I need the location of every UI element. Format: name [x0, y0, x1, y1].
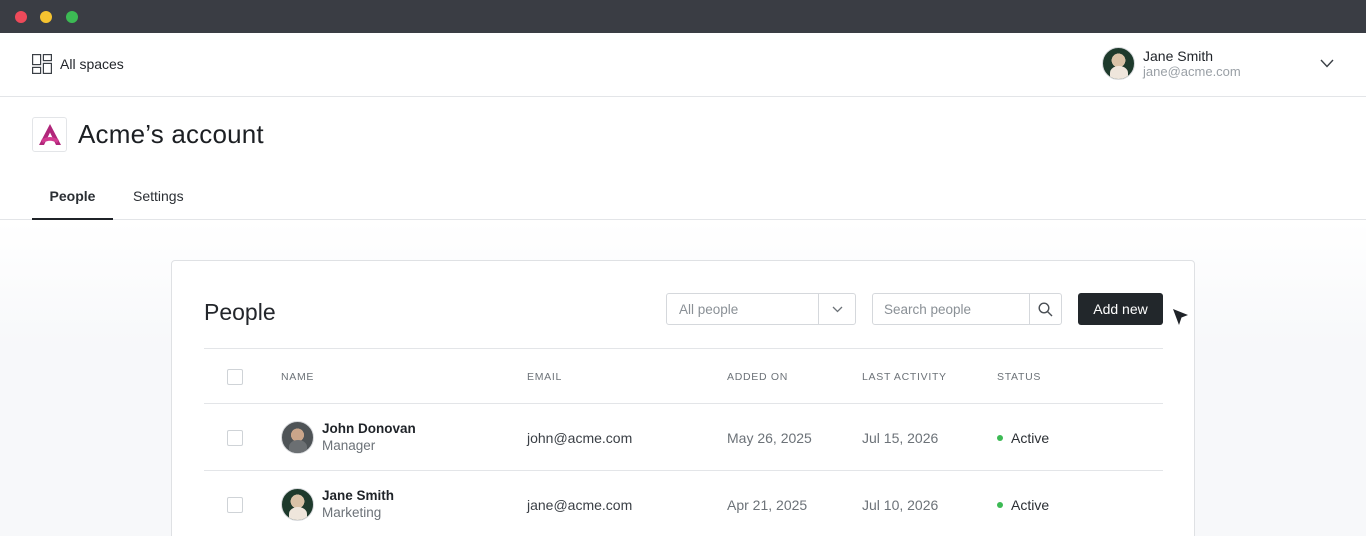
top-bar: All spaces Jane Smith jane@acme.com — [0, 33, 1366, 97]
search-input[interactable] — [873, 294, 1030, 324]
search-button[interactable] — [1029, 294, 1061, 324]
table-row[interactable]: John Donovan Manager john@acme.com May 2… — [204, 404, 1163, 471]
person-added-on: Apr 21, 2025 — [727, 497, 808, 513]
person-cell: Jane Smith Marketing — [281, 487, 394, 521]
status-dot-icon — [997, 435, 1003, 441]
person-last-activity: Jul 10, 2026 — [862, 497, 939, 513]
people-table: NAME EMAIL ADDED ON LAST ACTIVITY STATUS… — [204, 348, 1163, 536]
status-label: Active — [1011, 497, 1050, 513]
tab-bar: People Settings — [0, 178, 1366, 220]
search-box — [872, 293, 1062, 325]
tab-settings[interactable]: Settings — [133, 188, 184, 204]
column-header-added-on[interactable]: ADDED ON — [727, 371, 788, 383]
user-menu[interactable]: Jane Smith jane@acme.com — [1102, 47, 1241, 80]
row-checkbox[interactable] — [227, 430, 243, 446]
user-avatar — [1102, 47, 1135, 80]
people-panel: People All people Add new NAME EMAIL ADD… — [171, 260, 1195, 536]
window-titlebar — [0, 0, 1366, 33]
column-header-name[interactable]: NAME — [281, 371, 314, 383]
column-header-email[interactable]: EMAIL — [527, 371, 562, 383]
status-badge: Active — [997, 497, 1049, 513]
tab-people[interactable]: People — [32, 188, 113, 220]
filter-dropdown-button[interactable] — [818, 294, 855, 324]
person-added-on: May 26, 2025 — [727, 430, 812, 446]
add-new-button[interactable]: Add new — [1078, 293, 1163, 325]
person-avatar — [281, 420, 314, 454]
page-title: Acme’s account — [78, 119, 264, 149]
person-name: Jane Smith — [322, 488, 395, 503]
table-row[interactable]: Jane Smith Marketing jane@acme.com Apr 2… — [204, 471, 1163, 536]
person-email: john@acme.com — [527, 430, 633, 446]
column-header-last-activity[interactable]: LAST ACTIVITY — [862, 371, 947, 383]
all-spaces-label: All spaces — [60, 56, 124, 72]
window-close-button[interactable] — [15, 11, 27, 23]
status-dot-icon — [997, 502, 1003, 508]
people-filter-select[interactable]: All people — [666, 293, 856, 325]
acme-logo — [32, 117, 67, 152]
person-role: Marketing — [322, 505, 382, 520]
user-name: Jane Smith — [1143, 47, 1214, 64]
person-email: jane@acme.com — [527, 497, 633, 513]
user-email: jane@acme.com — [1143, 63, 1241, 79]
person-last-activity: Jul 15, 2026 — [862, 430, 939, 446]
acme-logo-icon — [38, 123, 61, 145]
status-label: Active — [1011, 430, 1050, 446]
row-checkbox[interactable] — [227, 497, 243, 513]
window-minimize-button[interactable] — [40, 11, 52, 23]
search-icon — [1038, 301, 1053, 316]
window-maximize-button[interactable] — [66, 11, 78, 23]
person-cell: John Donovan Manager — [281, 420, 416, 454]
all-spaces-link[interactable]: All spaces — [32, 54, 124, 74]
mouse-cursor-icon — [1173, 309, 1188, 325]
account-header: Acme’s account — [32, 117, 264, 152]
table-header-row: NAME EMAIL ADDED ON LAST ACTIVITY STATUS — [204, 348, 1163, 404]
panel-title: People — [204, 299, 276, 325]
person-name: John Donovan — [322, 421, 416, 436]
grid-icon — [32, 54, 52, 74]
column-header-status[interactable]: STATUS — [997, 371, 1041, 383]
chevron-down-icon[interactable] — [1320, 59, 1334, 68]
person-role: Manager — [322, 438, 376, 453]
person-avatar — [281, 487, 314, 521]
chevron-down-icon — [832, 306, 842, 312]
filter-selected-value: All people — [679, 302, 739, 317]
select-all-checkbox[interactable] — [227, 369, 243, 385]
status-badge: Active — [997, 430, 1049, 446]
